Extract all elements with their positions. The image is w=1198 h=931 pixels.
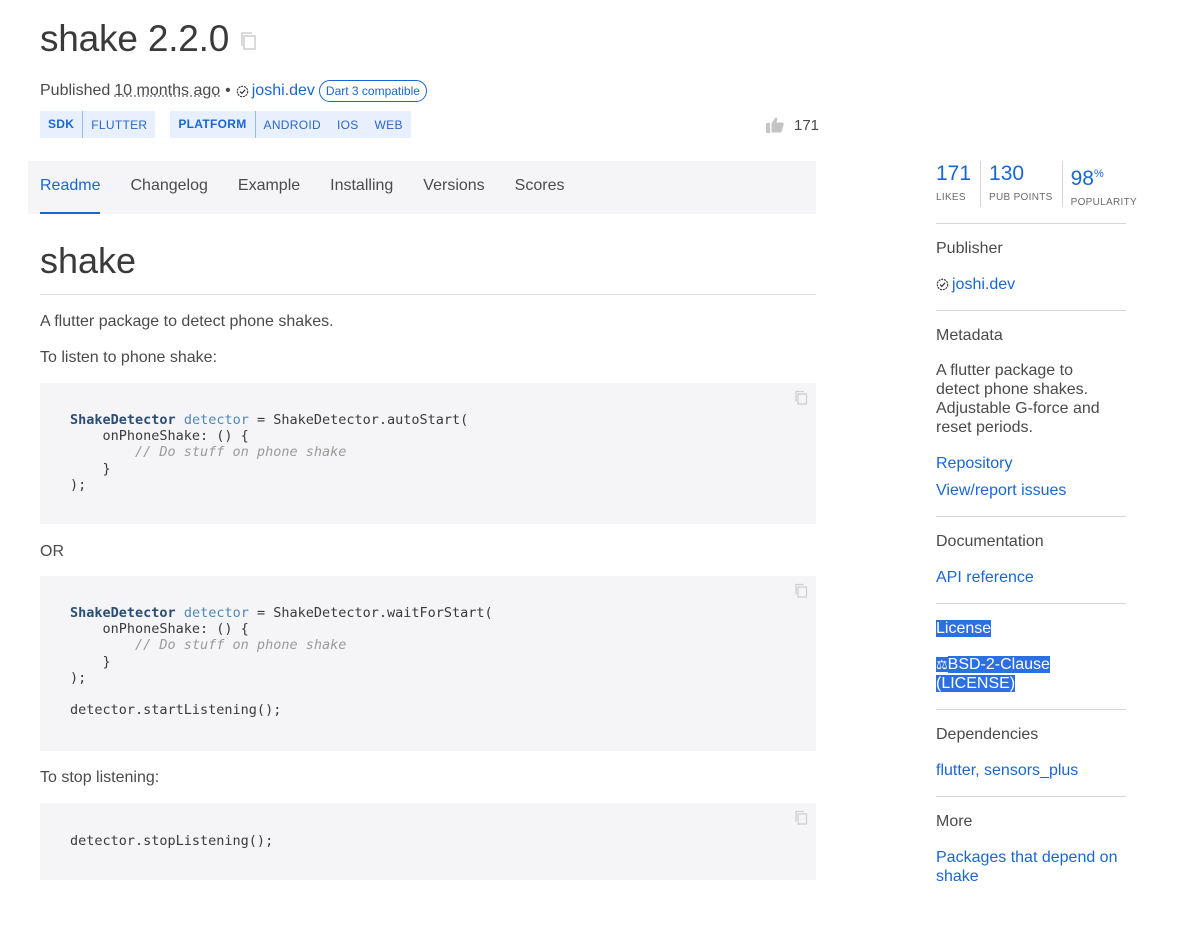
sdk-tag[interactable]: SDK (40, 111, 84, 138)
divider (936, 310, 1126, 311)
code-block[interactable]: ShakeDetector detector = ShakeDetector.w… (40, 576, 816, 751)
license-heading: License (936, 620, 992, 638)
platform-tag-ios[interactable]: IOS (329, 118, 367, 132)
tab-readme[interactable]: Readme (40, 161, 101, 214)
stop-label: To stop listening: (40, 769, 160, 786)
verified-publisher-icon (236, 85, 249, 97)
code-text: detector.stopListening(); (70, 833, 274, 849)
published-line: Published 10 months ago • joshi.dev Dart… (40, 80, 427, 102)
readme-heading: shake (40, 240, 137, 281)
platform-tag[interactable]: PLATFORM (170, 111, 256, 138)
like-button[interactable]: 171 (765, 116, 819, 134)
tab-versions[interactable]: Versions (423, 161, 484, 214)
listen-label: To listen to phone shake: (40, 349, 218, 366)
code-comment: // Do stuff on phone shake (70, 637, 347, 654)
code-text: ); (70, 476, 87, 493)
like-count: 171 (794, 116, 820, 134)
code-type: ShakeDetector (70, 605, 176, 621)
sidebar-publisher-link[interactable]: joshi.dev (936, 275, 1136, 294)
metadata-heading: Metadata (936, 327, 1003, 344)
tab-example[interactable]: Example (238, 161, 300, 214)
platform-tag-group: PLATFORM ANDROID IOS WEB (170, 111, 411, 138)
issues-link[interactable]: View/report issues (936, 481, 1136, 500)
separator-dot: • (225, 82, 231, 99)
license-heading-text: License (936, 620, 992, 637)
publisher-heading: Publisher (936, 240, 1003, 257)
stat-number: 98 (1070, 167, 1094, 190)
stat-label: LIKES (936, 192, 966, 203)
tab-scores[interactable]: Scores (515, 161, 565, 214)
divider (40, 294, 816, 295)
code-var: detector (183, 605, 249, 621)
published-ago: 10 months ago (114, 82, 221, 99)
copy-icon[interactable] (794, 583, 808, 598)
stat-label: PUB POINTS (989, 192, 1053, 203)
balance-scale-icon: ⚖ (936, 657, 948, 672)
dart3-compatible-badge[interactable]: Dart 3 compatible (318, 80, 427, 102)
code-text: = ShakeDetector.autoStart( (248, 412, 469, 428)
code-block[interactable]: ShakeDetector detector = ShakeDetector.a… (40, 383, 816, 524)
code-text: = ShakeDetector.waitForStart( (248, 605, 493, 621)
stat-pub-points[interactable]: 130 PUB POINTS (989, 161, 1063, 207)
more-heading: More (936, 813, 973, 830)
code-text: } (70, 460, 111, 477)
dependencies-links[interactable]: flutter, sensors_plus (936, 761, 1136, 780)
stat-value: 130 (989, 162, 1025, 185)
or-label: OR (40, 543, 64, 560)
copy-icon[interactable] (239, 31, 257, 51)
publisher-name[interactable]: joshi.dev (952, 275, 1015, 294)
stat-value: 98% (1071, 161, 1137, 192)
license-file-link[interactable]: (LICENSE) (936, 675, 1016, 692)
package-title: shake 2.2.0 (40, 18, 230, 59)
copy-icon[interactable] (794, 390, 808, 405)
code-block[interactable]: detector.stopListening(); (40, 803, 816, 880)
license-info[interactable]: ⚖BSD-2-Clause (LICENSE) (936, 655, 1126, 693)
code-comment: // Do stuff on phone shake (70, 444, 347, 461)
package-tabs: Readme Changelog Example Installing Vers… (28, 161, 816, 214)
divider (936, 516, 1126, 517)
sdk-tag-group: SDK FLUTTER (40, 111, 156, 138)
platform-tags: SDK FLUTTER PLATFORM ANDROID IOS WEB (40, 111, 426, 138)
platform-tag-web[interactable]: WEB (367, 118, 411, 132)
documentation-heading: Documentation (936, 533, 1044, 550)
copy-icon[interactable] (794, 810, 808, 825)
license-name: BSD-2-Clause (947, 656, 1050, 673)
repository-link[interactable]: Repository (936, 454, 1136, 473)
stat-likes[interactable]: 171 LIKES (936, 161, 982, 207)
code-text: } (70, 653, 111, 670)
stat-label: POPULARITY (1070, 197, 1137, 208)
api-reference-link[interactable]: API reference (936, 568, 1136, 587)
divider (936, 796, 1126, 797)
package-description: A flutter package to detect phone shakes… (936, 362, 1100, 436)
thumbs-up-icon (766, 117, 784, 133)
code-text: ); (70, 669, 87, 686)
tab-changelog[interactable]: Changelog (130, 161, 207, 214)
divider (936, 709, 1126, 710)
score-stats[interactable]: 171 LIKES 130 PUB POINTS 98% POPULARITY (936, 161, 1154, 208)
code-text: onPhoneShake: () { (70, 428, 249, 445)
tab-installing[interactable]: Installing (330, 161, 393, 214)
code-text: onPhoneShake: () { (70, 621, 249, 638)
stat-popularity[interactable]: 98% POPULARITY (1070, 161, 1146, 208)
code-text: detector.startListening(); (70, 702, 282, 719)
dependents-link[interactable]: Packages that depend on shake (936, 848, 1126, 886)
stat-value: 171 (936, 162, 972, 185)
divider (936, 603, 1126, 604)
platform-tag-android[interactable]: ANDROID (256, 118, 329, 132)
stat-suffix: % (1093, 168, 1104, 180)
code-var: detector (183, 412, 249, 428)
published-prefix: Published (40, 82, 111, 99)
publisher-link[interactable]: joshi.dev (252, 82, 315, 100)
readme-intro: A flutter package to detect phone shakes… (40, 313, 334, 330)
divider (936, 223, 1126, 224)
verified-publisher-icon (936, 278, 949, 291)
code-type: ShakeDetector (70, 412, 176, 428)
dependencies-heading: Dependencies (936, 726, 1039, 743)
sdk-tag-flutter[interactable]: FLUTTER (83, 118, 155, 132)
